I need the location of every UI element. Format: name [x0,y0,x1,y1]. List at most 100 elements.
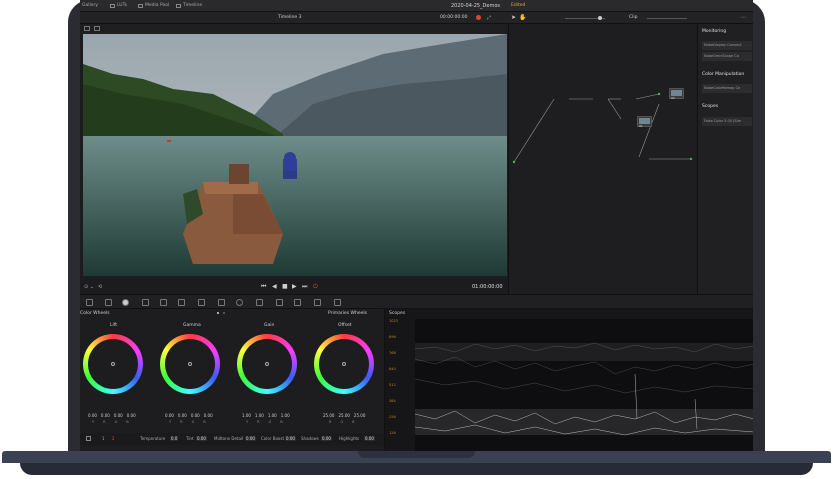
letter-b: B [203,420,206,424]
color-wheels-icon[interactable] [122,299,129,306]
tab-label: Timeline [183,3,203,8]
letter-b: B [280,420,283,424]
more-options-icon[interactable]: ⋯ [740,14,746,21]
value-r[interactable]: 0.00 [178,413,187,418]
temperature-value[interactable]: 0.0 [170,436,179,441]
value-g[interactable]: 1.00 [268,413,277,418]
value-g[interactable]: 0.00 [114,413,123,418]
tracker-icon[interactable] [256,299,263,306]
plugin-item[interactable]: NobeColorRemap Co [702,84,752,93]
project-title: 2020-04-25_Demos [451,3,501,9]
clip-slider[interactable] [647,18,687,19]
scale-label: 640 [389,367,396,371]
node-editor[interactable]: 01 02 03 05 06 [508,24,734,294]
zoom-slider-knob[interactable] [598,16,602,20]
tab-gallery[interactable]: Gallery [82,3,98,8]
loop-icon[interactable]: ⟲ [98,284,102,290]
page-2-button[interactable]: 2 [112,436,115,441]
waveform-trace [414,342,753,436]
value-b[interactable]: 1.00 [281,413,290,418]
pointer-icon[interactable]: ➤ [511,14,516,21]
node-corrector[interactable]: 02 [669,88,684,100]
rgb-mixer-icon[interactable] [160,299,167,306]
offset-wheel[interactable] [314,334,374,394]
value-b[interactable]: 25.00 [354,413,365,418]
play-icon[interactable]: ▶ [292,283,297,290]
wheel-puck[interactable] [188,362,192,366]
gamma-values: 0.00 0.00 0.00 0.00 [165,413,213,418]
letter-g: G [191,420,195,424]
lift-wheel[interactable] [83,334,143,394]
color-boost-value[interactable]: 0.00 [285,436,296,441]
tab-media-pool[interactable]: Media Pool [138,3,169,8]
skip-back-icon[interactable]: ⏮ [261,283,266,291]
3d-icon[interactable] [334,299,341,306]
play-reverse-icon[interactable]: ◀ [272,283,277,290]
video-viewer[interactable] [83,34,507,276]
top-menubar: Gallery LUTs Media Pool Timeline 2020-04… [80,0,753,12]
expand-icon[interactable]: ⤢ [487,15,491,21]
wheel-label: Offset [338,323,352,328]
wheel-puck[interactable] [265,362,269,366]
camera-raw-icon[interactable] [86,299,93,306]
waveform-scope[interactable] [414,319,753,451]
letter-b: B [126,420,129,424]
value-g[interactable]: 0.00 [191,413,200,418]
plugin-item[interactable]: NobeDisplay Connect [702,41,752,50]
value-b[interactable]: 0.00 [204,413,213,418]
curves-icon[interactable] [198,299,205,306]
wheel-puck[interactable] [111,362,115,366]
stop-icon[interactable]: ■ [282,283,288,290]
hdr-icon[interactable] [142,299,149,306]
value-y[interactable]: 0.00 [88,413,97,418]
page-dot-2[interactable] [223,312,225,314]
plugin-item[interactable]: False Color 3.00 (Sim [702,117,752,126]
sizing-icon[interactable] [314,299,321,306]
guide-icon[interactable] [94,26,100,31]
gain-wheel[interactable] [237,334,297,394]
value-r[interactable]: 25.00 [323,413,334,418]
color-boost-label: Color Boost [261,436,285,441]
timeline-icon [176,3,181,8]
clip-selector[interactable]: Clip [629,15,638,20]
highlights-label: Highlights [339,436,360,441]
value-y[interactable]: 1.00 [242,413,251,418]
hand-icon[interactable]: ✋ [519,14,526,21]
motion-effects-icon[interactable] [178,299,185,306]
laptop-notch [358,451,475,458]
loop-playback-icon[interactable]: ⏻ [313,283,318,291]
node-corrector[interactable]: 01 [637,116,652,128]
auto-balance-icon[interactable] [86,436,91,441]
window-icon[interactable] [236,299,243,306]
color-match-icon[interactable] [105,299,112,306]
adjustment-bar: 1 2 Temperature 0.0 Tint 0.00 Midtone De… [80,433,383,445]
edited-status: Edited [511,3,526,8]
qualifier-icon[interactable] [218,299,225,306]
value-r[interactable]: 0.00 [101,413,110,418]
timeline-selector[interactable]: Timeline 3 [278,15,301,20]
view-mode-icon[interactable]: ⊙ ⌄ [84,284,94,290]
shadows-value[interactable]: 0.00 [321,436,332,441]
key-icon[interactable] [294,299,301,306]
value-r[interactable]: 1.00 [255,413,264,418]
blur-icon[interactable] [276,299,283,306]
value-y[interactable]: 0.00 [165,413,174,418]
skip-forward-icon[interactable]: ⏭ [302,283,307,291]
highlights-value[interactable]: 0.00 [364,436,375,441]
wheel-puck[interactable] [342,362,346,366]
overlay-icon[interactable] [84,26,90,31]
color-wheels-panel: Color Wheels Primaries Wheels Lift 0.00 … [80,309,383,451]
midtone-detail-value[interactable]: 0.00 [245,436,256,441]
tint-value[interactable]: 0.00 [196,436,207,441]
page-1-button[interactable]: 1 [102,436,105,441]
record-icon[interactable] [476,15,481,20]
tab-timeline[interactable]: Timeline [176,3,202,8]
plugin-item[interactable]: NobeOmniScope Co [702,52,752,61]
wheels-mode-selector[interactable]: Primaries Wheels [328,311,367,316]
gamma-wheel[interactable] [160,334,220,394]
value-b[interactable]: 0.00 [127,413,136,418]
tab-luts[interactable]: LUTs [110,3,127,8]
channel-letters: Y R G B [169,420,206,424]
page-dot-1[interactable] [217,312,219,314]
value-g[interactable]: 25.00 [338,413,349,418]
